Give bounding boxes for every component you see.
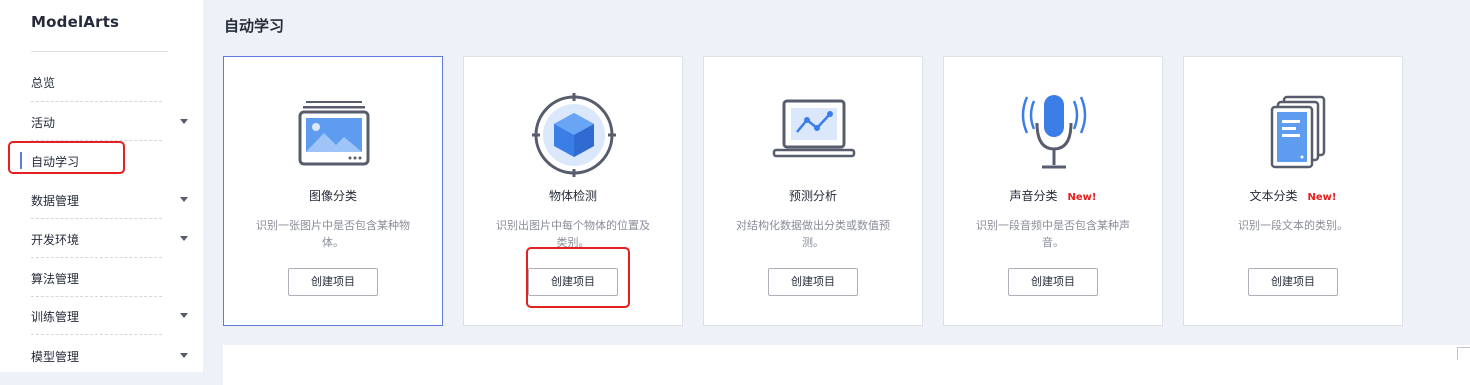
- chevron-down-icon: [180, 197, 188, 202]
- panel-corner: [1457, 347, 1470, 360]
- chevron-down-icon: [180, 119, 188, 124]
- card-predictive-analysis[interactable]: 预测分析 对结构化数据做出分类或数值预测。 创建项目: [703, 56, 923, 326]
- sidebar-item-data-management[interactable]: 数据管理: [31, 190, 196, 210]
- create-project-button[interactable]: 创建项目: [1008, 268, 1098, 296]
- divider: [31, 334, 162, 335]
- chevron-down-icon: [180, 313, 188, 318]
- sidebar-item-label: 开发环境: [31, 233, 80, 247]
- sidebar-item-overview[interactable]: 总览: [31, 72, 196, 92]
- sidebar-item-label: 训练管理: [31, 310, 80, 324]
- sidebar: ModelArts 总览 活动 自动学习 数据管理 开发环境 算法管理 训练管理…: [0, 0, 203, 372]
- image-classification-icon: [284, 87, 384, 177]
- sidebar-item-label: 数据管理: [31, 194, 80, 208]
- card-image-classification[interactable]: 图像分类 识别一张图片中是否包含某种物体。 创建项目: [223, 56, 443, 326]
- card-title: 文本分类 New!: [1249, 189, 1337, 203]
- create-project-button[interactable]: 创建项目: [288, 268, 378, 296]
- create-project-button[interactable]: 创建项目: [768, 268, 858, 296]
- card-description: 识别出图片中每个物体的位置及类别。: [496, 219, 650, 249]
- card-description: 识别一张图片中是否包含某种物体。: [256, 219, 410, 249]
- card-text-classification[interactable]: 文本分类 New! 识别一段文本的类别。 创建项目: [1183, 56, 1403, 326]
- sidebar-item-label: 算法管理: [31, 272, 80, 286]
- divider: [31, 257, 162, 258]
- text-classification-icon: [1244, 87, 1344, 177]
- sidebar-item-dev-environment[interactable]: 开发环境: [31, 229, 196, 249]
- new-badge: New!: [1067, 192, 1097, 203]
- card-description: 识别一段文本的类别。: [1238, 219, 1348, 232]
- card-title: 声音分类 New!: [1009, 189, 1097, 203]
- card-sound-classification[interactable]: 声音分类 New! 识别一段音频中是否包含某种声音。 创建项目: [943, 56, 1163, 326]
- object-detection-icon: [524, 87, 624, 177]
- sidebar-item-label: 活动: [31, 116, 56, 130]
- sidebar-item-activity[interactable]: 活动: [31, 112, 196, 132]
- highlight-box-nav: [8, 141, 125, 174]
- card-title: 物体检测: [548, 189, 597, 203]
- sidebar-item-algorithm-management[interactable]: 算法管理: [31, 268, 196, 288]
- brand-title: ModelArts: [31, 13, 120, 31]
- sound-classification-icon: [1004, 87, 1104, 177]
- chevron-down-icon: [180, 236, 188, 241]
- bottom-panel: [223, 345, 1470, 385]
- sidebar-item-label: 模型管理: [31, 350, 80, 364]
- create-project-button[interactable]: 创建项目: [1248, 268, 1338, 296]
- sidebar-item-training-management[interactable]: 训练管理: [31, 306, 196, 326]
- divider: [31, 51, 168, 52]
- new-badge: New!: [1307, 192, 1337, 203]
- card-title: 图像分类: [308, 189, 357, 203]
- page-title: 自动学习: [224, 17, 285, 35]
- card-title: 预测分析: [788, 189, 837, 203]
- predictive-analysis-icon: [764, 87, 864, 177]
- card-description: 对结构化数据做出分类或数值预测。: [736, 219, 890, 249]
- divider: [31, 218, 162, 219]
- divider: [31, 101, 162, 102]
- chevron-down-icon: [180, 353, 188, 358]
- sidebar-item-label: 总览: [31, 76, 56, 90]
- divider: [31, 296, 162, 297]
- card-description: 识别一段音频中是否包含某种声音。: [976, 219, 1130, 249]
- highlight-box-button: [526, 247, 630, 308]
- sidebar-item-model-management[interactable]: 模型管理: [31, 346, 196, 366]
